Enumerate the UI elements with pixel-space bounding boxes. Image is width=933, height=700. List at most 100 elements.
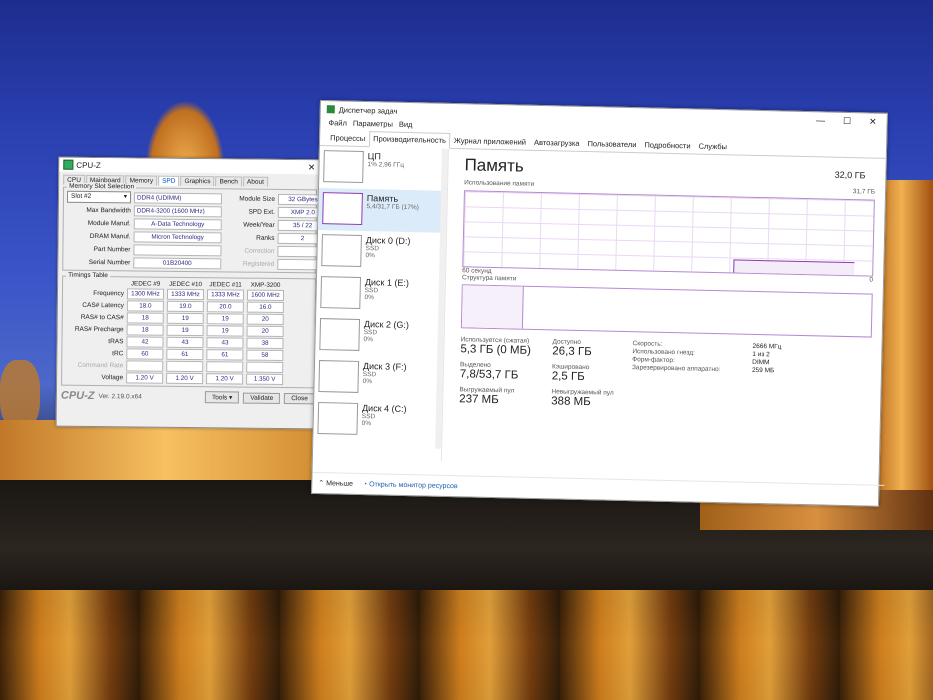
cpuz-logo: CPU-Z <box>60 389 95 403</box>
sidebar-item-usage: 0% <box>362 378 373 386</box>
tab-performance[interactable]: Производительность <box>368 131 451 149</box>
menu-options[interactable]: Параметры <box>353 119 393 129</box>
sidebar-item-disk-2[interactable]: Диск 2 (G:) SSD 0% <box>315 314 444 359</box>
cpuz-title: CPU-Z <box>76 160 101 170</box>
sidebar-item-usage: 0% <box>364 294 375 302</box>
slot-grid: Slot #2 ▾ DDR4 (UDIMM) Module Size 32 GBy… <box>66 190 329 271</box>
tab-users[interactable]: Пользователи <box>583 136 640 152</box>
timing-value: 1333 MHz <box>206 289 245 301</box>
close-icon[interactable]: ✕ <box>308 162 316 173</box>
menu-view[interactable]: Вид <box>399 120 413 129</box>
usage-label: Использование памяти <box>464 179 535 188</box>
tab-about[interactable]: About <box>242 176 268 187</box>
task-manager-window[interactable]: Диспетчер задач — ☐ ✕ Файл Параметры Вид… <box>311 100 888 507</box>
timing-value: 18 <box>126 312 164 324</box>
cached-value: 2,5 ГБ <box>551 370 585 384</box>
timing-value: 20 <box>246 313 284 325</box>
sidebar-item-memory[interactable]: Память 5,4/31,7 ГБ (17%) <box>318 188 447 233</box>
timing-header: JEDEC #9 <box>130 280 161 288</box>
sidebar-item-disk-1[interactable]: Диск 1 (E:) SSD 0% <box>316 272 445 317</box>
memory-total: 32,0 ГБ <box>834 169 866 181</box>
tab-processes[interactable]: Процессы <box>326 130 369 146</box>
tab-details[interactable]: Подробности <box>640 137 694 153</box>
water-reflection <box>0 590 933 700</box>
sidebar-item-sub: 5,4/31,7 ГБ (17%) <box>366 203 419 212</box>
memory-slot-group: Memory Slot Selection Slot #2 ▾ DDR4 (UDI… <box>62 182 329 274</box>
resource-monitor-icon: ◔ <box>362 480 368 488</box>
timing-value: 1.20 V <box>166 372 204 385</box>
hw-reserved-label: Зарезервировано аппаратно: <box>631 364 721 374</box>
open-resource-monitor-link[interactable]: ◔ Открыть монитор ресурсов <box>363 481 458 490</box>
timing-value: 58 <box>246 349 284 361</box>
timing-value <box>246 361 284 373</box>
timing-header: XMP-3200 <box>250 281 281 289</box>
timing-value: 19 <box>206 325 244 337</box>
sidebar-item-disk-4[interactable]: Диск 4 (C:) SSD 0% <box>313 398 442 443</box>
tab-startup[interactable]: Автозагрузка <box>530 135 584 151</box>
timing-value: 1.20 V <box>126 372 164 384</box>
resource-monitor-label: Открыть монитор ресурсов <box>369 480 458 490</box>
tab-bench[interactable]: Bench <box>215 176 242 187</box>
timings-grid: JEDEC #9 JEDEC #10 JEDEC #11 XMP-3200 Fr… <box>65 280 312 386</box>
sidebar-item-text: Диск 2 (G:) SSD 0% <box>363 319 409 354</box>
timing-value: 1.350 V <box>246 373 284 385</box>
nonpaged-pool-value: 388 МБ <box>551 395 591 409</box>
timing-value: 1600 MHz <box>246 289 285 301</box>
sidebar-thumbnail-graph <box>320 276 361 309</box>
sidebar-thumbnail-graph <box>322 192 363 225</box>
serial-number-label: Serial Number <box>88 258 131 267</box>
module-manuf: A-Data Technology <box>133 218 222 231</box>
dram-manuf-label: DRAM Manuf. <box>89 232 131 241</box>
fewer-details-button[interactable]: ⌃ Меньше <box>318 479 353 488</box>
correction-label: Correction <box>244 247 275 255</box>
timing-value: 20.0 <box>206 301 244 313</box>
validate-button[interactable]: Validate <box>243 392 281 404</box>
menu-file[interactable]: Файл <box>328 118 347 127</box>
tools-button[interactable]: Tools ▾ <box>204 391 240 404</box>
serial-number: 01B20400 <box>133 257 222 270</box>
sidebar-item-usage: 0% <box>365 252 375 260</box>
minimize-icon[interactable]: — <box>816 115 825 126</box>
cpuz-version: Ver. 2.19.0.x64 <box>98 392 142 401</box>
timing-value <box>206 361 244 373</box>
maximize-icon[interactable]: ☐ <box>843 115 851 126</box>
timing-value <box>126 360 164 372</box>
sidebar-item-disk-0[interactable]: Диск 0 (D:) SSD 0% <box>317 230 446 275</box>
ranks-label: Ranks <box>256 234 275 242</box>
sidebar-thumbnail-graph <box>319 318 361 351</box>
stats-area: Используется (сжатая) Доступно 5,3 ГБ (0… <box>459 328 872 414</box>
lit-buildings-left <box>0 420 330 480</box>
timing-label: tRC <box>112 350 124 358</box>
sidebar-thumbnail-graph <box>321 234 362 267</box>
chevron-down-icon: ▾ <box>123 193 128 201</box>
paged-pool-value: 237 МБ <box>459 393 499 407</box>
timings-corner <box>66 283 124 284</box>
timing-label: RAS# to CAS# <box>80 313 124 322</box>
timing-label: Frequency <box>93 289 125 298</box>
timing-value: 61 <box>206 349 244 361</box>
tab-services[interactable]: Службы <box>694 139 731 155</box>
timing-value: 19 <box>166 312 204 325</box>
sidebar-thumbnail-graph <box>323 150 364 183</box>
memory-usage-line <box>733 259 855 276</box>
timing-header: JEDEC #11 <box>209 281 242 289</box>
sidebar-thumbnail-graph <box>318 360 360 393</box>
taskmgr-title: Диспетчер задач <box>338 104 398 116</box>
props-grid: Скорость: 2666 МГц Использовано гнезд: 1… <box>631 340 833 414</box>
chevron-up-icon: ⌃ <box>318 480 325 488</box>
timing-value: 16.0 <box>246 301 284 313</box>
tab-app-history[interactable]: Журнал приложений <box>450 133 530 150</box>
memory-slot-group-title: Memory Slot Selection <box>67 182 137 191</box>
sidebar-item-disk-3[interactable]: Диск 3 (F:) SSD 0% <box>314 356 443 401</box>
slot-select[interactable]: Slot #2 ▾ <box>66 190 132 204</box>
sidebar-item-cpu[interactable]: ЦП 1% 2,96 ГГц <box>319 146 448 191</box>
tab-graphics[interactable]: Graphics <box>180 175 215 187</box>
sidebar-item-usage: 0% <box>363 336 374 344</box>
cpuz-window[interactable]: CPU-Z ✕ CPU Mainboard Memory SPD Graphic… <box>55 156 329 430</box>
timing-value: 18.0 <box>126 300 164 312</box>
cpuz-app-icon <box>63 159 74 170</box>
dram-manuf: Micron Technology <box>133 231 222 244</box>
tab-spd[interactable]: SPD <box>158 175 180 186</box>
close-button[interactable]: Close <box>284 392 315 404</box>
close-icon[interactable]: ✕ <box>869 116 877 127</box>
